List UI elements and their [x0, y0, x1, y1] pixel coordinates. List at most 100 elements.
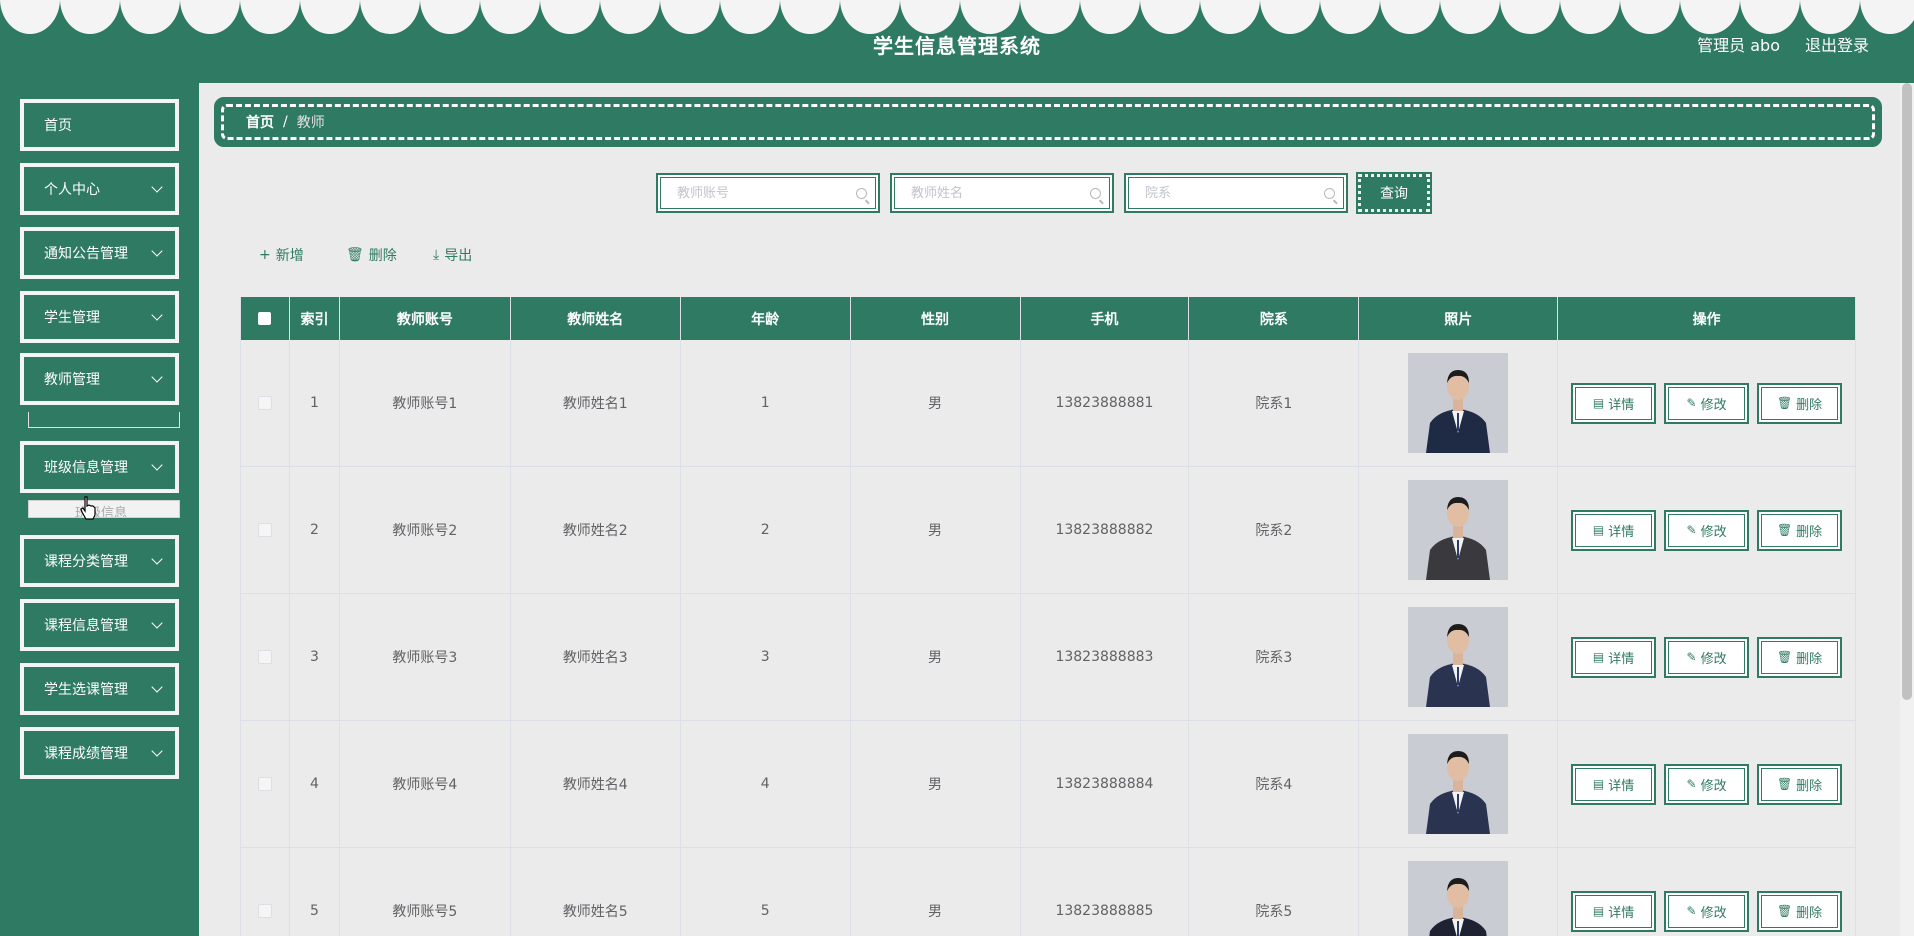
sidebar-item-students[interactable]: 学生管理 — [20, 291, 179, 343]
cell-dept: 院系3 — [1189, 594, 1360, 720]
department-search — [1124, 173, 1348, 213]
edit-button[interactable]: ✎ 修改 — [1664, 890, 1750, 932]
sidebar-item-class-info[interactable]: 班级信息管理 — [20, 441, 179, 493]
teacher-photo — [1408, 607, 1509, 707]
teacher-table: 索引 教师账号 教师姓名 年龄 性别 手机 院系 照片 操作 1 教师账号1 教师姓… — [240, 297, 1856, 936]
cell-gender: 男 — [851, 848, 1021, 936]
cell-dept: 院系2 — [1189, 467, 1360, 593]
delete-button[interactable]: 🗑 删除 — [1757, 382, 1843, 424]
chevron-down-icon — [151, 745, 163, 757]
department-input[interactable] — [1145, 185, 1315, 201]
sidebar-item-notice[interactable]: 通知公告管理 — [20, 227, 179, 279]
sidebar-item-course-grades[interactable]: 课程成绩管理 — [20, 727, 179, 779]
teacher-photo — [1408, 480, 1509, 580]
detail-label: 详情 — [1608, 397, 1635, 413]
sidebar-item-home[interactable]: 首页 — [20, 99, 179, 151]
add-label: 新增 — [275, 248, 304, 264]
row-checkbox[interactable] — [257, 777, 272, 791]
table-row: 3 教师账号3 教师姓名3 3 男 13823888883 院系3 ▤ 详情 ✎ 修改 🗑 删除 — [241, 594, 1856, 721]
column-header: 性别 — [851, 297, 1021, 340]
column-header: 操作 — [1558, 297, 1856, 340]
chevron-down-icon — [151, 459, 163, 471]
row-checkbox[interactable] — [257, 396, 272, 410]
cell-gender: 男 — [851, 340, 1021, 466]
delete-button[interactable]: 🗑 删除 — [1757, 763, 1843, 805]
teacher-photo — [1408, 861, 1509, 936]
submenu-teachers-collapsed — [28, 412, 180, 428]
chevron-down-icon — [151, 553, 163, 565]
sidebar-item-label: 课程分类管理 — [44, 554, 128, 570]
detail-button[interactable]: ▤ 详情 — [1571, 890, 1657, 932]
sidebar-item-teachers[interactable]: 教师管理 — [20, 353, 179, 405]
row-select-cell — [241, 848, 290, 936]
sidebar-item-personal-center[interactable]: 个人中心 — [20, 163, 179, 215]
row-checkbox[interactable] — [257, 650, 272, 664]
search-icon — [1324, 188, 1335, 199]
sidebar-item-course-selection[interactable]: 学生选课管理 — [20, 663, 179, 715]
edit-button[interactable]: ✎ 修改 — [1664, 636, 1750, 678]
trash-icon: 🗑 — [1776, 523, 1793, 537]
pencil-icon: ✎ — [1686, 777, 1697, 791]
document-icon: ▤ — [1592, 396, 1605, 410]
sidebar-item-label: 课程信息管理 — [44, 618, 128, 634]
select-all-checkbox[interactable] — [258, 312, 272, 325]
chevron-down-icon — [151, 617, 163, 629]
delete-label: 删除 — [368, 248, 397, 264]
row-select-cell — [241, 594, 290, 720]
row-checkbox[interactable] — [257, 523, 272, 537]
cell-actions: ▤ 详情 ✎ 修改 🗑 删除 — [1558, 721, 1856, 847]
detail-button[interactable]: ▤ 详情 — [1571, 509, 1657, 551]
cell-account: 教师账号2 — [340, 467, 511, 593]
submenu-class-info[interactable]: 班级信息 — [28, 500, 180, 518]
teacher-name-search — [890, 173, 1114, 213]
sidebar-item-course-info[interactable]: 课程信息管理 — [20, 599, 179, 651]
export-label: 导出 — [444, 248, 473, 264]
cell-photo — [1359, 467, 1559, 593]
export-button[interactable]: ⤓ 导出 — [433, 245, 472, 265]
page-scrollbar-thumb[interactable] — [1902, 83, 1912, 700]
search-icon — [1090, 188, 1101, 199]
cell-phone: 13823888885 — [1021, 848, 1190, 936]
detail-label: 详情 — [1608, 524, 1635, 540]
detail-button[interactable]: ▤ 详情 — [1571, 763, 1657, 805]
cell-index: 4 — [290, 721, 340, 847]
trash-icon: 🗑 — [1776, 396, 1793, 410]
cell-phone: 13823888883 — [1021, 594, 1190, 720]
cell-name: 教师姓名3 — [511, 594, 681, 720]
edit-button[interactable]: ✎ 修改 — [1664, 382, 1750, 424]
teacher-photo — [1408, 353, 1509, 453]
cell-actions: ▤ 详情 ✎ 修改 🗑 删除 — [1558, 594, 1856, 720]
cell-index: 5 — [290, 848, 340, 936]
trash-icon: 🗑 — [1776, 777, 1793, 791]
cell-age: 3 — [681, 594, 851, 720]
batch-delete-button[interactable]: 🗑 删除 — [346, 245, 397, 265]
detail-button[interactable]: ▤ 详情 — [1571, 636, 1657, 678]
sidebar-item-course-category[interactable]: 课程分类管理 — [20, 535, 179, 587]
breadcrumb: 首页 / 教师 — [214, 97, 1882, 147]
delete-button[interactable]: 🗑 删除 — [1757, 509, 1843, 551]
edit-label: 修改 — [1700, 397, 1727, 413]
edit-button[interactable]: ✎ 修改 — [1664, 763, 1750, 805]
query-button[interactable]: 查询 — [1356, 172, 1432, 214]
edit-button[interactable]: ✎ 修改 — [1664, 509, 1750, 551]
row-select-cell — [241, 467, 290, 593]
trash-icon: 🗑 — [1776, 650, 1793, 664]
delete-button[interactable]: 🗑 删除 — [1757, 890, 1843, 932]
detail-button[interactable]: ▤ 详情 — [1571, 382, 1657, 424]
teacher-account-input[interactable] — [677, 185, 847, 201]
edit-label: 修改 — [1700, 651, 1727, 667]
trash-icon: 🗑 — [1776, 904, 1793, 918]
cell-age: 4 — [681, 721, 851, 847]
cell-dept: 院系1 — [1189, 340, 1360, 466]
delete-button[interactable]: 🗑 删除 — [1757, 636, 1843, 678]
cell-account: 教师账号1 — [340, 340, 511, 466]
teacher-name-input[interactable] — [911, 185, 1081, 201]
logout-link[interactable]: 退出登录 — [1805, 32, 1869, 56]
row-checkbox[interactable] — [257, 904, 272, 918]
breadcrumb-current: 教师 — [296, 115, 325, 131]
search-icon — [856, 188, 867, 199]
breadcrumb-home[interactable]: 首页 — [246, 112, 274, 132]
column-header: 年龄 — [681, 297, 851, 340]
add-button[interactable]: + 新增 — [259, 245, 304, 265]
cell-photo — [1359, 594, 1559, 720]
